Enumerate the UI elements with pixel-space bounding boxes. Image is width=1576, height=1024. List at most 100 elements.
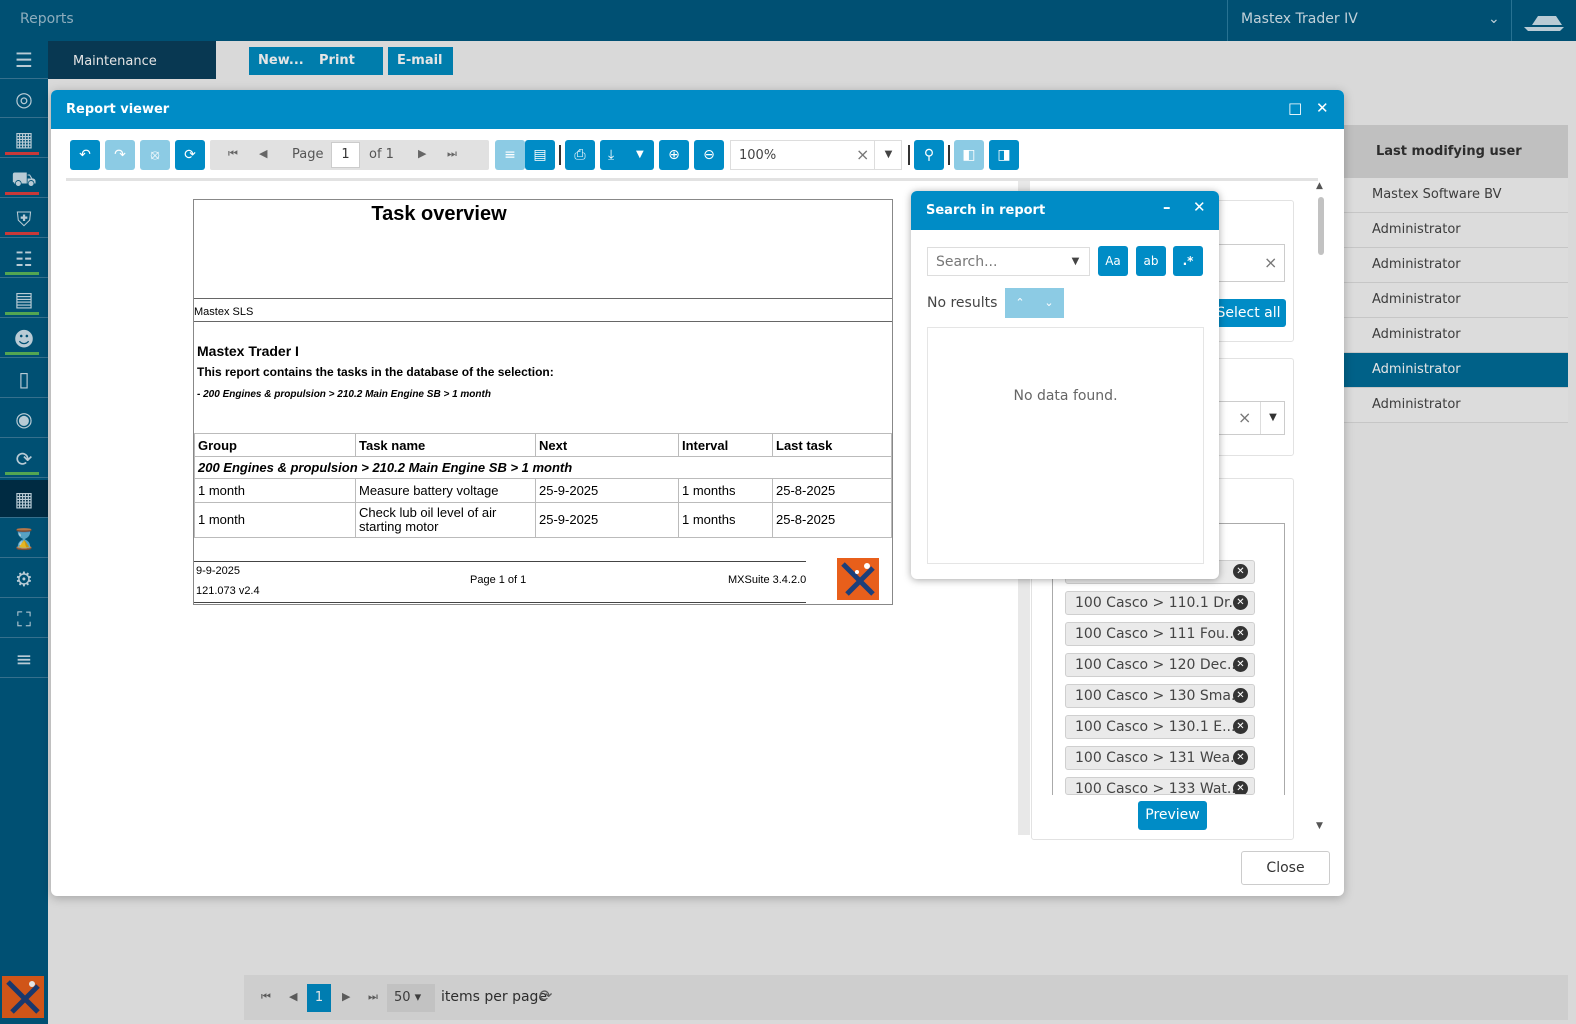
table-cell: 25-8-2025 bbox=[772, 502, 892, 538]
divider bbox=[194, 298, 892, 299]
table-row: 1 month Check lub oil level of air start… bbox=[194, 502, 892, 538]
task-table: Group Task name Next Interval Last task … bbox=[194, 433, 892, 538]
report-company: Mastex SLS bbox=[194, 306, 254, 318]
chevron-down-icon: ▼ bbox=[636, 149, 644, 160]
last-page-icon[interactable]: ⏭ bbox=[447, 147, 457, 161]
multi-page-view-icon[interactable]: ▤ bbox=[525, 140, 555, 170]
search-dialog-title: Search in report bbox=[926, 203, 1046, 218]
modal-title: Report viewer bbox=[66, 102, 170, 117]
remove-icon[interactable]: ✕ bbox=[1233, 657, 1248, 672]
toolbar-separator bbox=[559, 145, 561, 165]
empty-state: No data found. bbox=[1013, 388, 1118, 404]
column-header: Task name bbox=[355, 433, 536, 457]
search-icon[interactable]: ⚲ bbox=[914, 140, 944, 170]
remove-icon[interactable]: ✕ bbox=[1233, 626, 1248, 641]
zoom-out-icon[interactable]: ⊖ bbox=[694, 140, 724, 170]
selection-chip: 100 Casco > 111 Fou... ✕ bbox=[1065, 622, 1255, 646]
maximize-icon[interactable]: □ bbox=[1288, 99, 1302, 117]
footer-version: 121.073 v2.4 bbox=[196, 585, 260, 597]
close-icon[interactable]: ✕ bbox=[1316, 99, 1329, 117]
scroll-up-icon[interactable]: ▲ bbox=[1316, 181, 1323, 191]
back-icon[interactable]: ↶ bbox=[70, 140, 100, 170]
selection-chip: 100 Casco > 120 Dec... ✕ bbox=[1065, 653, 1255, 677]
toolbar-separator bbox=[948, 145, 950, 165]
divider bbox=[194, 321, 892, 322]
scroll-down-icon[interactable]: ▼ bbox=[1316, 821, 1323, 831]
search-dialog-header: Search in report – ✕ bbox=[911, 191, 1219, 230]
search-results-list: No data found. bbox=[927, 327, 1204, 564]
toolbar-separator bbox=[908, 145, 910, 165]
table-cell: 1 months bbox=[678, 502, 773, 538]
table-cell: Measure battery voltage bbox=[355, 478, 536, 503]
table-cell: 1 month bbox=[194, 478, 356, 503]
column-header: Next bbox=[535, 433, 679, 457]
first-page-icon[interactable]: ⏮ bbox=[228, 147, 238, 161]
prev-page-icon[interactable]: ◀ bbox=[259, 147, 267, 160]
clear-icon[interactable]: × bbox=[1238, 408, 1251, 427]
divider bbox=[194, 602, 806, 603]
selection-chip: 100 Casco > 131 Wea... ✕ bbox=[1065, 746, 1255, 770]
filter-select[interactable]: × ▼ bbox=[1211, 401, 1285, 435]
refresh-icon[interactable]: ⟳ bbox=[175, 140, 205, 170]
table-cell: 25-9-2025 bbox=[535, 478, 679, 503]
remove-icon[interactable]: ✕ bbox=[1233, 719, 1248, 734]
report-description: This report contains the tasks in the da… bbox=[197, 365, 554, 379]
chip-label: 100 Casco > 120 Dec... bbox=[1075, 657, 1241, 673]
selection-chip: 100 Casco > 110.1 Dr... ✕ bbox=[1065, 591, 1255, 615]
minimize-icon[interactable]: – bbox=[1163, 198, 1171, 216]
remove-icon[interactable]: ✕ bbox=[1233, 750, 1248, 765]
chip-label: 100 Casco > 130 Sma... bbox=[1075, 688, 1245, 704]
whole-word-button[interactable]: ab bbox=[1136, 246, 1166, 276]
right-panel-icon[interactable]: ◨ bbox=[989, 140, 1019, 170]
clear-icon[interactable]: × bbox=[856, 145, 869, 164]
selection-chip: 100 Casco > 133 Wat... ✕ bbox=[1065, 777, 1255, 795]
forward-icon[interactable]: ↷ bbox=[105, 140, 135, 170]
single-page-view-icon[interactable]: ≡ bbox=[495, 140, 525, 170]
close-icon[interactable]: ✕ bbox=[1193, 198, 1206, 216]
scrollbar[interactable]: ▲ ▼ bbox=[1314, 181, 1328, 835]
search-in-report-dialog: Search in report – ✕ Search... ▼ Aa ab .… bbox=[911, 191, 1219, 579]
remove-icon[interactable]: ✕ bbox=[1233, 564, 1248, 579]
export-dropdown[interactable]: ⤓ ▼ bbox=[600, 140, 654, 170]
zoom-dropdown-icon[interactable]: ▼ bbox=[874, 140, 902, 170]
table-cell: 1 month bbox=[194, 502, 356, 538]
stop-icon[interactable]: ⦻ bbox=[140, 140, 170, 170]
search-placeholder: Search... bbox=[936, 254, 998, 270]
clear-icon[interactable]: × bbox=[1264, 253, 1277, 272]
scroll-thumb[interactable] bbox=[1318, 197, 1324, 255]
footer-suite: MXSuite 3.4.2.0 bbox=[728, 574, 807, 586]
chip-label: 100 Casco > 110.1 Dr... bbox=[1075, 595, 1242, 611]
filter-input[interactable]: × bbox=[1211, 244, 1285, 282]
chip-label: 100 Casco > 130.1 E... bbox=[1075, 719, 1236, 735]
print-icon[interactable]: ⎙ bbox=[565, 140, 595, 170]
selection-chip: 100 Casco > 130 Sma... ✕ bbox=[1065, 684, 1255, 708]
left-panel-icon[interactable]: ◧ bbox=[954, 140, 984, 170]
close-button[interactable]: Close bbox=[1241, 851, 1330, 885]
search-history-dropdown-icon[interactable]: ▼ bbox=[1061, 247, 1090, 276]
next-result-icon[interactable]: ⌄ bbox=[1034, 288, 1064, 318]
page-label: Page bbox=[292, 147, 324, 162]
group-row: 200 Engines & propulsion > 210.2 Main En… bbox=[194, 456, 892, 479]
toolbar-divider bbox=[66, 178, 1318, 181]
chevron-down-icon[interactable]: ▼ bbox=[1260, 402, 1285, 434]
preview-button[interactable]: Preview bbox=[1138, 801, 1207, 830]
previous-result-icon[interactable]: ⌃ bbox=[1005, 288, 1035, 318]
zoom-in-icon[interactable]: ⊕ bbox=[659, 140, 689, 170]
regex-button[interactable]: .* bbox=[1173, 246, 1203, 276]
table-cell: 1 months bbox=[678, 478, 773, 503]
remove-icon[interactable]: ✕ bbox=[1233, 781, 1248, 794]
match-case-button[interactable]: Aa bbox=[1098, 246, 1128, 276]
chip-label: 100 Casco > 133 Wat... bbox=[1075, 781, 1241, 795]
remove-icon[interactable]: ✕ bbox=[1233, 688, 1248, 703]
remove-icon[interactable]: ✕ bbox=[1233, 595, 1248, 610]
table-row: 1 month Measure battery voltage 25-9-202… bbox=[194, 478, 892, 503]
page-number-input[interactable]: 1 bbox=[331, 142, 360, 168]
divider bbox=[194, 561, 806, 562]
column-header: Last task bbox=[772, 433, 892, 457]
select-all-button[interactable]: Select all bbox=[1211, 299, 1286, 327]
next-page-icon[interactable]: ▶ bbox=[418, 147, 426, 160]
selection-chip: 100 Casco > 130.1 E... ✕ bbox=[1065, 715, 1255, 739]
column-header: Interval bbox=[678, 433, 773, 457]
report-selection: - 200 Engines & propulsion > 210.2 Main … bbox=[197, 389, 491, 400]
chip-label: 100 Casco > 111 Fou... bbox=[1075, 626, 1239, 642]
